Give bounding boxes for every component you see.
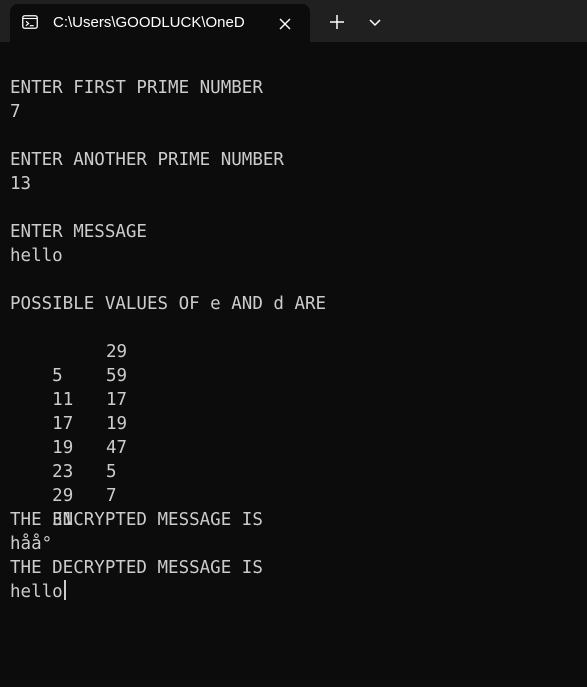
title-bar: C:\Users\GOODLUCK\OneD (0, 0, 587, 42)
text-cursor (63, 580, 66, 600)
d-value: 29 (106, 342, 128, 362)
console-output[interactable]: ENTER FIRST PRIME NUMBER 7 ENTER ANOTHER… (10, 76, 580, 604)
pairs-heading: POSSIBLE VALUES OF e AND d ARE (10, 294, 327, 314)
message-prompt: ENTER MESSAGE (10, 222, 147, 242)
d-value: 7 (106, 486, 117, 506)
plus-icon[interactable] (322, 9, 352, 35)
pair-row: 31 7 (10, 484, 580, 530)
first-prime-value: 7 (10, 102, 21, 122)
pair-row: 11 59 (10, 364, 580, 410)
d-value: 19 (106, 414, 128, 434)
encrypted-heading: THE ENCRYPTED MESSAGE IS (10, 510, 263, 530)
d-value: 17 (106, 390, 128, 410)
decrypted-line: hello (10, 580, 580, 604)
d-value: 47 (106, 438, 128, 458)
pair-row: 29 5 (10, 460, 580, 506)
tab-title: C:\Users\GOODLUCK\OneD (53, 14, 245, 31)
second-prime-value: 13 (10, 174, 32, 194)
pair-row: 5 29 (10, 340, 580, 386)
second-prime-prompt: ENTER ANOTHER PRIME NUMBER (10, 150, 284, 170)
d-value: 59 (106, 366, 128, 386)
first-prime-prompt: ENTER FIRST PRIME NUMBER (10, 78, 263, 98)
terminal-tab[interactable]: C:\Users\GOODLUCK\OneD (10, 4, 310, 42)
chevron-down-icon[interactable] (362, 9, 388, 35)
encrypted-message: håå° (10, 534, 53, 554)
decrypted-message: hello (10, 582, 63, 602)
pair-row: 17 17 (10, 388, 580, 434)
close-icon[interactable] (274, 13, 296, 35)
terminal-icon (22, 15, 38, 29)
pair-row: 19 19 (10, 412, 580, 458)
decrypted-heading: THE DECRYPTED MESSAGE IS (10, 558, 263, 578)
d-value: 5 (106, 462, 117, 482)
message-value: hello (10, 246, 63, 266)
pair-row: 23 47 (10, 436, 580, 482)
